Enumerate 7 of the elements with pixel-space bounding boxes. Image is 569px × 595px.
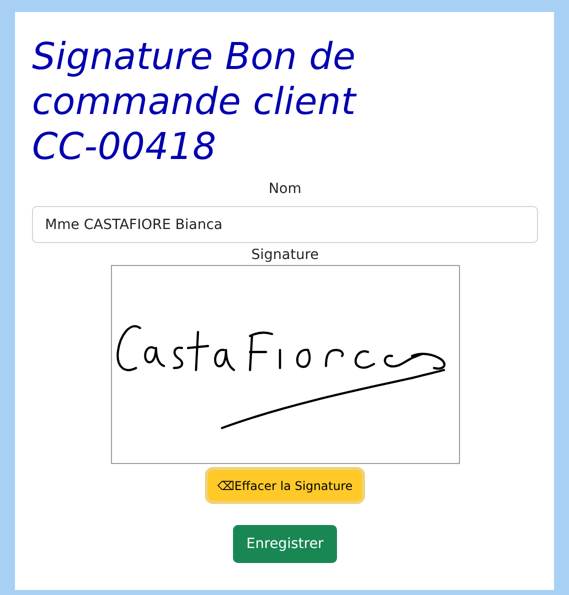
name-input-field[interactable]: Mme CASTAFIORE Bianca [32,206,538,243]
clear-signature-button[interactable]: ⌫Effacer la Signature [208,470,362,501]
page-title: Signature Bon de commande client CC-00418 [32,34,358,169]
save-button[interactable]: Enregistrer [233,525,337,563]
field-label: Nom [268,181,302,197]
signature-pad[interactable] [110,265,460,464]
field-label: Signature [251,247,319,263]
